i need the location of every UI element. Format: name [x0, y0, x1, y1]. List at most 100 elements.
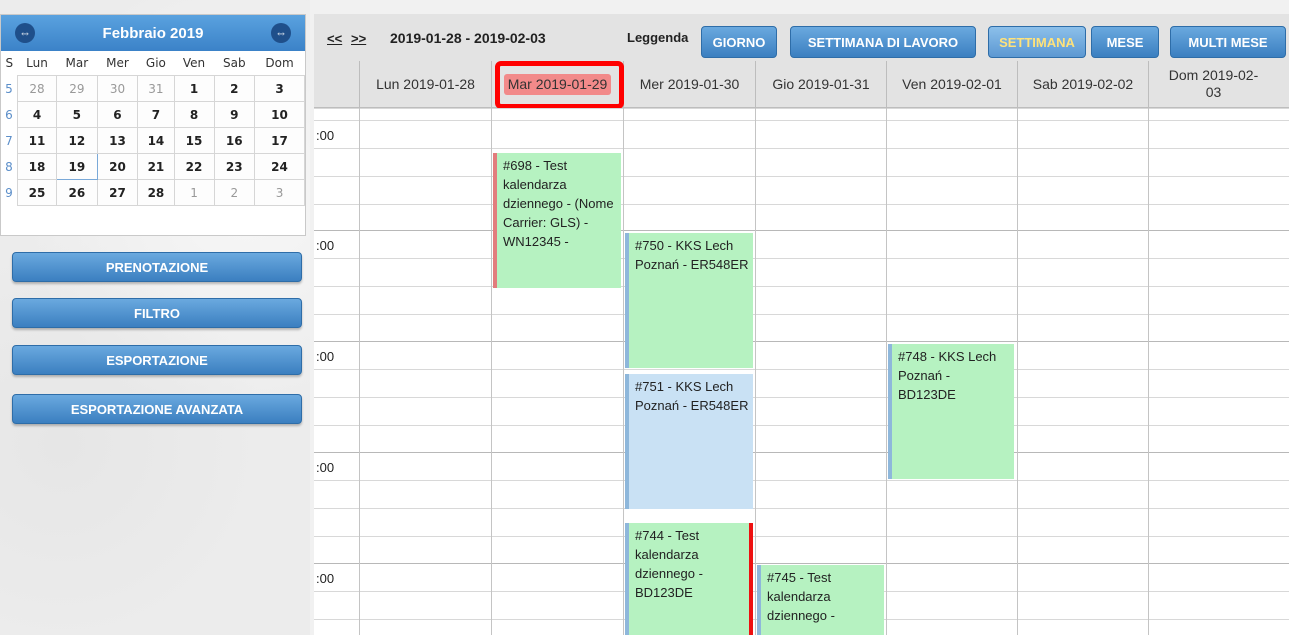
- prev-week-link[interactable]: <<: [327, 31, 342, 46]
- event-698[interactable]: #698 - Test kalendarza dziennego - (Nome…: [493, 153, 621, 288]
- day-cell[interactable]: 16: [213, 127, 256, 154]
- day-header-fri[interactable]: Ven 2019-02-01: [886, 61, 1017, 107]
- day-cell[interactable]: 15: [173, 127, 215, 154]
- time-label: :00: [316, 238, 335, 253]
- day-cell[interactable]: 28: [16, 75, 58, 102]
- day-cell[interactable]: 2: [213, 75, 256, 102]
- grid-line: [314, 108, 1289, 109]
- event-748[interactable]: #748 - KKS Lech Poznań - BD123DE: [888, 344, 1014, 479]
- week-number: 7: [5, 133, 13, 148]
- week-calendar: << >> 2019-01-28 - 2019-02-03 Leggenda G…: [314, 14, 1289, 635]
- week-number: 8: [5, 159, 13, 174]
- day-cell[interactable]: 5: [56, 101, 98, 128]
- prenotazione-button[interactable]: PRENOTAZIONE: [12, 252, 302, 282]
- day-cell[interactable]: 30: [96, 75, 139, 102]
- column-line: [755, 108, 756, 635]
- column-line: [1148, 108, 1149, 635]
- day-cell[interactable]: 2: [213, 179, 256, 206]
- day-cell[interactable]: 7: [137, 101, 175, 128]
- grid-line: [314, 563, 1289, 564]
- weekday-header: Lun: [26, 56, 48, 70]
- event-745[interactable]: #745 - Test kalendarza dziennego -: [757, 565, 884, 635]
- mini-calendar-grid: S Lun Mar Mer Gio Ven Sab Dom 5 28 29 30…: [1, 51, 305, 206]
- week-number: 9: [5, 185, 13, 200]
- day-cell[interactable]: 3: [254, 75, 305, 102]
- day-cell[interactable]: 20: [96, 153, 139, 180]
- weekday-header: Mar: [65, 56, 89, 70]
- day-header-row: Lun 2019-01-28 Mar 2019-01-29 Mer 2019-0…: [314, 61, 1289, 108]
- day-cell[interactable]: 8: [173, 101, 215, 128]
- day-cell[interactable]: 28: [137, 179, 175, 206]
- day-header-mon[interactable]: Lun 2019-01-28: [359, 61, 491, 107]
- weekday-header: Sab: [222, 56, 246, 70]
- column-line: [623, 108, 624, 635]
- filtro-button[interactable]: FILTRO: [12, 298, 302, 328]
- grid-line: [314, 314, 1289, 315]
- day-cell[interactable]: 21: [137, 153, 175, 180]
- grid-line: [314, 176, 1289, 177]
- settimana-button[interactable]: SETTIMANA: [988, 26, 1086, 58]
- day-cell[interactable]: 25: [16, 179, 58, 206]
- calendar-toolbar: << >> 2019-01-28 - 2019-02-03 Leggenda G…: [314, 14, 1289, 61]
- selected-day-highlight: [495, 61, 624, 109]
- column-line: [1017, 108, 1018, 635]
- left-panel: ⇔ Febbraio 2019 ⇔ S Lun Mar Mer Gio Ven …: [0, 0, 310, 635]
- day-cell[interactable]: 26: [56, 179, 98, 206]
- day-cell[interactable]: 18: [16, 153, 58, 180]
- event-751[interactable]: #751 - KKS Lech Poznań - ER548ER: [625, 374, 753, 509]
- multi-mese-button[interactable]: MULTI MESE: [1170, 26, 1286, 58]
- week-number-header: S: [5, 56, 14, 71]
- day-cell-today[interactable]: 19: [56, 153, 98, 180]
- esportazione-avanzata-button[interactable]: ESPORTAZIONE AVANZATA: [12, 394, 302, 424]
- day-cell[interactable]: 27: [96, 179, 139, 206]
- day-cell[interactable]: 24: [254, 153, 305, 180]
- day-header-thu[interactable]: Gio 2019-01-31: [755, 61, 886, 107]
- event-750[interactable]: #750 - KKS Lech Poznań - ER548ER: [625, 233, 753, 368]
- day-cell[interactable]: 17: [254, 127, 305, 154]
- day-cell[interactable]: 4: [16, 101, 58, 128]
- day-cell[interactable]: 1: [173, 75, 215, 102]
- esportazione-button[interactable]: ESPORTAZIONE: [12, 345, 302, 375]
- day-header-sun[interactable]: Dom 2019-02-03: [1148, 61, 1278, 107]
- grid-line: [314, 397, 1289, 398]
- day-cell[interactable]: 29: [56, 75, 98, 102]
- giorno-button[interactable]: GIORNO: [701, 26, 777, 58]
- next-week-link[interactable]: >>: [351, 31, 366, 46]
- next-month-icon[interactable]: ⇔: [271, 23, 291, 43]
- mini-calendar-header: ⇔ Febbraio 2019 ⇔: [1, 15, 305, 51]
- grid-line: [314, 536, 1289, 537]
- prev-month-icon[interactable]: ⇔: [15, 23, 35, 43]
- event-744[interactable]: #744 - Test kalendarza dziennego - BD123…: [625, 523, 753, 635]
- day-cell[interactable]: 12: [56, 127, 98, 154]
- grid-line: [314, 286, 1289, 287]
- day-cell[interactable]: 10: [254, 101, 305, 128]
- day-cell[interactable]: 3: [254, 179, 305, 206]
- mese-button[interactable]: MESE: [1091, 26, 1159, 58]
- time-label: :00: [316, 349, 335, 364]
- weekday-header: Mer: [106, 56, 129, 70]
- weekday-header: Gio: [145, 56, 166, 70]
- grid-line: [314, 425, 1289, 426]
- day-cell[interactable]: 11: [16, 127, 58, 154]
- column-line: [886, 108, 887, 635]
- week-number: 6: [5, 107, 13, 122]
- grid-line: [314, 230, 1289, 231]
- day-cell[interactable]: 9: [213, 101, 256, 128]
- day-cell[interactable]: 23: [213, 153, 256, 180]
- grid-line: [314, 369, 1289, 370]
- column-line: [359, 108, 360, 635]
- day-cell[interactable]: 31: [137, 75, 175, 102]
- day-cell[interactable]: 22: [173, 153, 215, 180]
- grid-line: [314, 508, 1289, 509]
- column-line: [491, 108, 492, 635]
- day-cell[interactable]: 1: [173, 179, 215, 206]
- day-header-wed[interactable]: Mer 2019-01-30: [623, 61, 755, 107]
- time-grid: :00 :00 :00 :00 :00 #698 - Test kalendar…: [314, 108, 1289, 635]
- day-cell[interactable]: 13: [96, 127, 139, 154]
- day-cell[interactable]: 6: [96, 101, 139, 128]
- grid-line: [314, 452, 1289, 453]
- grid-line: [314, 341, 1289, 342]
- day-header-sat[interactable]: Sab 2019-02-02: [1017, 61, 1148, 107]
- settimana-lavoro-button[interactable]: SETTIMANA DI LAVORO: [790, 26, 976, 58]
- day-cell[interactable]: 14: [137, 127, 175, 154]
